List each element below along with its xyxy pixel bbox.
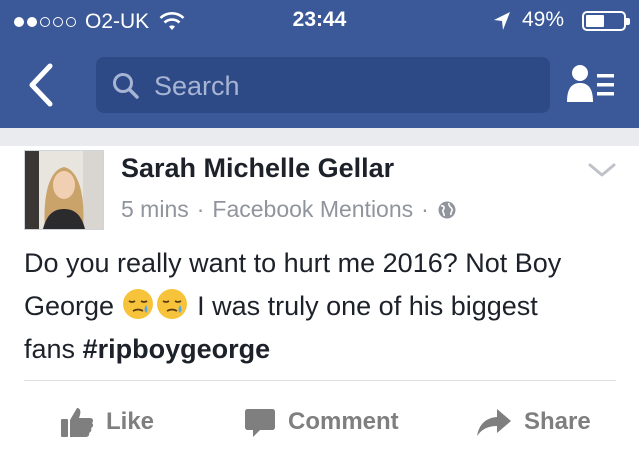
comment-icon [245, 409, 275, 437]
battery-fill [586, 15, 604, 27]
share-arrow-icon [477, 409, 511, 436]
feed-separator [0, 128, 639, 146]
post-text-line: fans [24, 334, 76, 364]
comment-button[interactable]: Comment [244, 396, 399, 448]
location-arrow-icon [494, 12, 510, 30]
post-source: Facebook Mentions [212, 196, 414, 222]
status-bar: O2-UK 23:44 49% [0, 0, 639, 44]
post-author[interactable]: Sarah Michelle Gellar [121, 153, 394, 184]
like-button[interactable]: Like [60, 396, 154, 448]
post-text-line: Do you really want to hurt me 2016? Not … [24, 248, 562, 278]
back-chevron-icon[interactable] [22, 60, 62, 110]
sleepy-face-emoji-icon [122, 289, 153, 319]
post-text-line: I was truly one of his biggest [197, 291, 538, 321]
top-navigation-bar: O2-UK 23:44 49% [0, 0, 639, 128]
profile-photo [25, 151, 103, 229]
search-bar[interactable] [96, 57, 550, 115]
chevron-down-icon[interactable] [586, 160, 618, 180]
share-label: Share [524, 408, 591, 435]
search-icon [113, 73, 139, 99]
post-meta: 5 mins · Facebook Mentions · [121, 196, 457, 223]
post-text-line: George [24, 291, 115, 321]
like-label: Like [106, 408, 155, 435]
comment-label: Comment [288, 408, 399, 435]
avatar[interactable] [24, 150, 104, 230]
meta-separator: · [196, 196, 205, 222]
hashtag-link[interactable]: #ripboygeorge [83, 334, 271, 364]
battery-percent: 49% [522, 8, 565, 31]
friend-requests-icon[interactable] [566, 62, 618, 106]
post-body: Do you really want to hurt me 2016? Not … [24, 242, 624, 371]
thumbs-up-icon [61, 408, 94, 437]
meta-separator: · [421, 196, 429, 222]
sleepy-face-emoji-icon [156, 289, 187, 319]
battery-nub [626, 18, 630, 25]
search-input[interactable] [152, 57, 536, 115]
share-button[interactable]: Share [476, 396, 591, 448]
post-time[interactable]: 5 mins [121, 196, 189, 223]
post-actions: Like Comment Share [0, 396, 639, 448]
battery-icon [582, 11, 630, 31]
action-divider [24, 380, 616, 381]
globe-icon [438, 201, 456, 218]
